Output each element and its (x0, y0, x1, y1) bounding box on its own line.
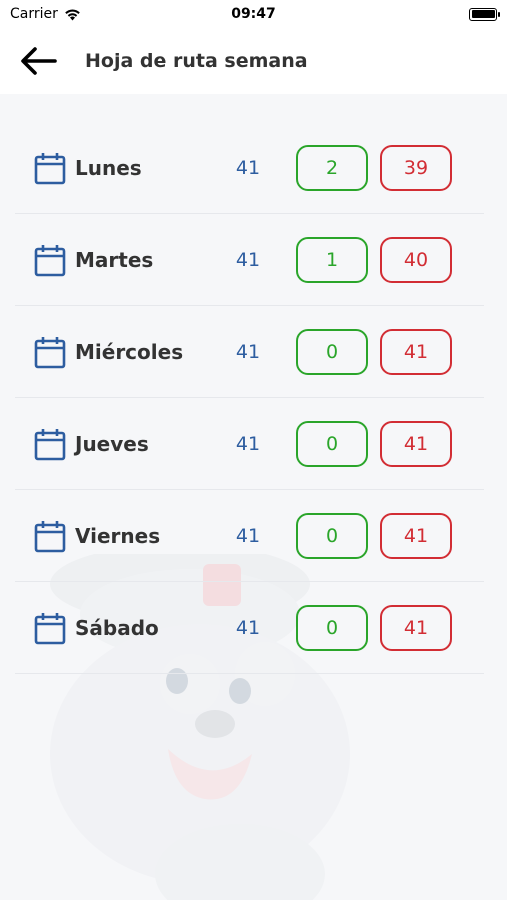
pending-badge[interactable]: 41 (380, 420, 452, 467)
day-label: Miércoles (75, 339, 184, 364)
day-row[interactable]: Viernes 41 0 41 (15, 490, 484, 582)
pending-badge[interactable]: 39 (380, 144, 452, 191)
completed-badge[interactable]: 0 (296, 512, 368, 559)
day-row[interactable]: Sábado 41 0 41 (15, 582, 484, 674)
pending-badge[interactable]: 41 (380, 512, 452, 559)
pending-badge[interactable]: 40 (380, 236, 452, 283)
total-count: 41 (235, 156, 261, 179)
calendar-icon (34, 336, 66, 368)
day-label: Jueves (75, 431, 149, 456)
day-row[interactable]: Martes 41 1 40 (15, 214, 484, 306)
battery-fill (471, 10, 495, 18)
battery-icon (469, 7, 500, 21)
main-content: Lunes 41 2 39 Martes 41 1 40 Miércoles 4… (0, 94, 507, 900)
weekday-list: Lunes 41 2 39 Martes 41 1 40 Miércoles 4… (15, 122, 484, 674)
completed-badge[interactable]: 0 (296, 420, 368, 467)
day-label: Lunes (75, 155, 142, 180)
arrow-left-icon (21, 47, 57, 75)
total-count: 41 (235, 432, 261, 455)
calendar-icon (34, 612, 66, 644)
completed-badge[interactable]: 0 (296, 604, 368, 651)
calendar-icon (34, 520, 66, 552)
status-time: 09:47 (231, 6, 276, 22)
day-label: Martes (75, 247, 154, 272)
completed-badge[interactable]: 0 (296, 328, 368, 375)
total-count: 41 (235, 524, 261, 547)
page-title: Hoja de ruta semana (85, 50, 308, 72)
completed-badge[interactable]: 1 (296, 236, 368, 283)
day-row[interactable]: Lunes 41 2 39 (15, 122, 484, 214)
day-label: Sábado (75, 615, 159, 640)
day-label: Viernes (75, 523, 161, 548)
back-button[interactable] (8, 31, 68, 91)
pending-badge[interactable]: 41 (380, 328, 452, 375)
calendar-icon (34, 428, 66, 460)
calendar-icon (34, 152, 66, 184)
total-count: 41 (235, 248, 261, 271)
total-count: 41 (235, 616, 261, 639)
day-row[interactable]: Jueves 41 0 41 (15, 398, 484, 490)
day-row[interactable]: Miércoles 41 0 41 (15, 306, 484, 398)
status-bar: Carrier 09:47 (0, 0, 507, 28)
calendar-icon (34, 244, 66, 276)
nav-header: Hoja de ruta semana (0, 28, 507, 94)
completed-badge[interactable]: 2 (296, 144, 368, 191)
pending-badge[interactable]: 41 (380, 604, 452, 651)
total-count: 41 (235, 340, 261, 363)
